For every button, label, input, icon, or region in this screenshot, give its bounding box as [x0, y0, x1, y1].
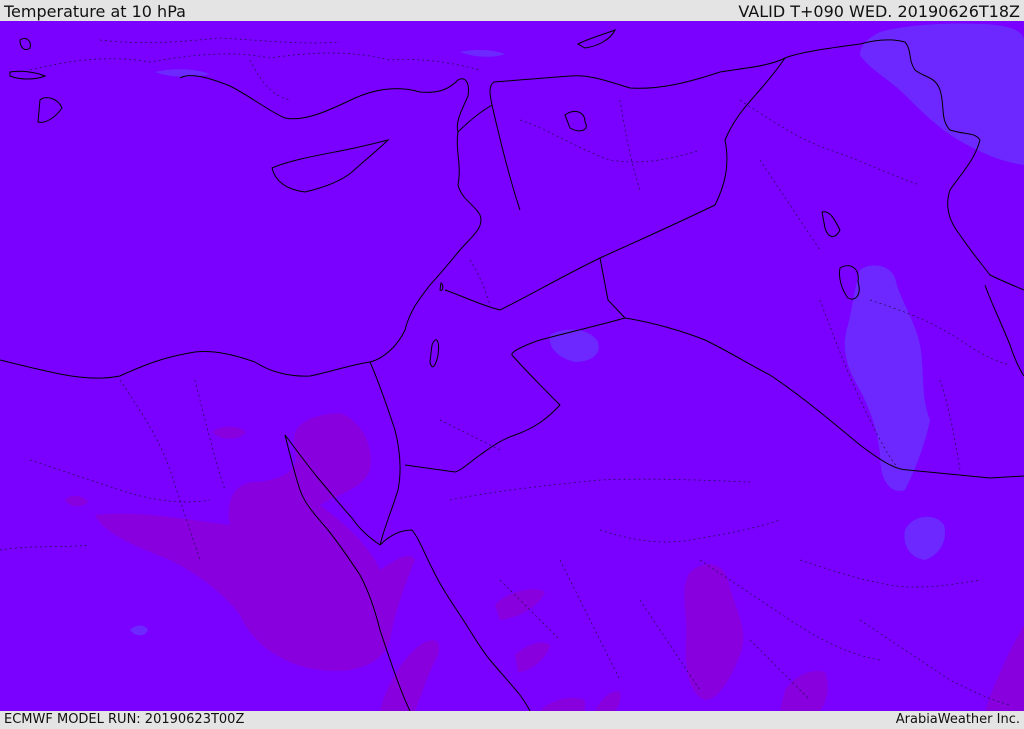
- map-canvas: [0, 21, 1024, 711]
- weather-map[interactable]: [0, 21, 1024, 711]
- model-run-label: ECMWF MODEL RUN: 20190623T00Z: [4, 712, 245, 727]
- brand-label: ArabiaWeather Inc.: [895, 712, 1020, 727]
- footer-bar: ECMWF MODEL RUN: 20190623T00Z ArabiaWeat…: [0, 711, 1024, 729]
- valid-time: VALID T+090 WED. 20190626T18Z: [738, 2, 1020, 21]
- map-title: Temperature at 10 hPa: [4, 2, 186, 21]
- header-bar: Temperature at 10 hPa VALID T+090 WED. 2…: [0, 0, 1024, 21]
